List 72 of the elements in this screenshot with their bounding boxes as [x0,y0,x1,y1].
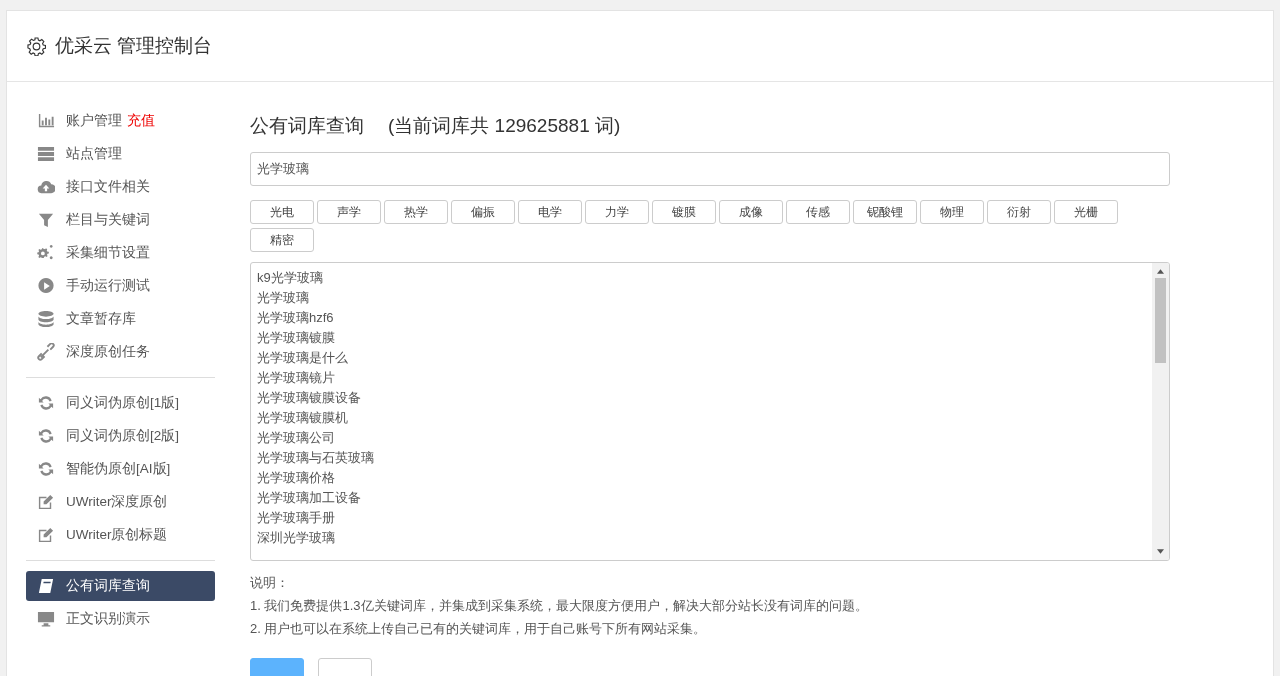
result-line: 光学玻璃镀膜设备 [257,389,362,407]
play-icon [37,277,55,295]
result-line: 光学玻璃镀膜 [257,329,336,347]
keyword-tag[interactable]: 物理 [920,200,984,224]
sidebar-item[interactable]: 采集细节设置 [26,238,215,268]
result-line: 光学玻璃手册 [257,509,336,527]
page-title: 公有词库查询 [250,114,364,138]
result-line: k9光学玻璃 [257,269,324,287]
refresh-icon [37,427,55,445]
keyword-tag[interactable]: 成像 [719,200,783,224]
settings-icon [27,36,46,56]
sidebar-item[interactable]: 公有词库查询 [26,571,215,601]
sidebar-item[interactable]: UWriter原创标题 [26,520,215,550]
sidebar-item[interactable]: 接口文件相关 [26,172,215,202]
server-icon [37,145,55,163]
scroll-down-icon[interactable] [1157,549,1164,554]
keyword-tag[interactable]: 衍射 [987,200,1051,224]
keyword-tag[interactable]: 铌酸锂 [853,200,917,224]
recharge-link[interactable]: 充值 [127,112,155,130]
result-line: 光学玻璃与石英玻璃 [257,449,375,467]
keyword-tag[interactable]: 声学 [317,200,381,224]
result-line: 光学玻璃是什么 [257,349,349,367]
edit-icon [37,526,55,544]
link-icon [37,343,55,361]
keyword-tag[interactable]: 镀膜 [652,200,716,224]
word-count-note: (当前词库共 129625881 词) [388,114,621,138]
result-line: 光学玻璃 [257,289,310,307]
chart-icon [37,112,55,130]
result-line: 光学玻璃加工设备 [257,489,362,507]
keyword-tag[interactable]: 电学 [518,200,582,224]
result-line: 深圳光学玻璃 [257,529,336,547]
sidebar-item[interactable]: 同义词伪原创[2版] [26,421,215,451]
keyword-tag[interactable]: 精密 [250,228,314,252]
result-line: 光学玻璃hzf6 [257,309,335,327]
result-line: 光学玻璃价格 [257,469,336,487]
keyword-tag[interactable]: 力学 [585,200,649,224]
console-title: 优采云 管理控制台 [55,34,213,58]
result-line: 光学玻璃镀膜机 [257,409,349,427]
keyword-tag[interactable]: 热学 [384,200,448,224]
scroll-thumb[interactable] [1155,278,1166,363]
sidebar-item[interactable]: 智能伪原创[AI版] [26,454,215,484]
keyword-tag[interactable]: 偏振 [451,200,515,224]
result-line: 光学玻璃公司 [257,429,336,447]
note-text: 2. 用户也可以在系统上传自己已有的关键词库，用于自己账号下所有网站采集。 [250,620,708,638]
search-field[interactable]: 光学玻璃 [250,152,1170,186]
refresh-icon [37,394,55,412]
sidebar-item[interactable]: 站点管理 [26,139,215,169]
scroll-up-icon[interactable] [1157,269,1164,274]
notes-heading: 说明： [250,574,290,592]
sidebar-item[interactable]: 深度原创任务 [26,337,215,367]
keyword-tag[interactable]: 光电 [250,200,314,224]
keyword-tag[interactable]: 传感 [786,200,850,224]
keyword-tag[interactable]: 光栅 [1054,200,1118,224]
filter-icon [37,211,55,229]
result-line: 光学玻璃镜片 [257,369,336,387]
sidebar-item[interactable]: 账户管理 充值 [26,106,215,136]
note-text: 1. 我们免费提供1.3亿关键词库，并集成到采集系统，最大限度方便用户，解决大部分站长没有词库的问题。 [250,597,869,615]
gears-icon [37,244,55,262]
monitor-icon [37,610,55,628]
book-icon [37,577,55,595]
sidebar-item[interactable]: UWriter深度原创 [26,487,215,517]
database-icon [37,310,55,328]
sidebar-item[interactable]: 栏目与关键词 [26,205,215,235]
scrollbar[interactable] [1152,263,1169,560]
edit-icon [37,493,55,511]
results-box[interactable]: k9光学玻璃 光学玻璃 光学玻璃hzf6 光学玻璃镀膜 光学玻璃是什么 光学玻璃镜片 光学玻璃镀膜设备 光学玻璃镀膜机 光学玻璃公司 光学玻璃与石英玻璃 光学玻璃价格 光学玻璃加工设备 光学玻璃手册 深圳光学玻璃 [250,262,1170,561]
sidebar-item[interactable]: 正文识别演示 [26,604,215,634]
cloud-upload-icon [37,178,55,196]
sidebar-item[interactable]: 手动运行测试 [26,271,215,301]
sidebar-item[interactable]: 文章暂存库 [26,304,215,334]
refresh-icon [37,460,55,478]
sidebar-item[interactable]: 同义词伪原创[1版] [26,388,215,418]
